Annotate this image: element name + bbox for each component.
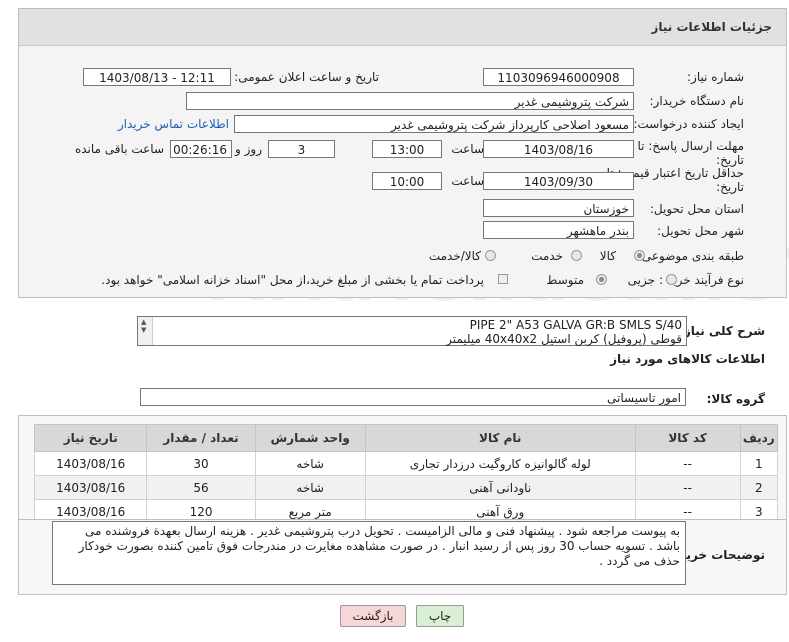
buyer-org-field[interactable]: شرکت پتروشیمی غدیر xyxy=(186,92,634,110)
cell-date: 1403/08/16 xyxy=(33,451,148,476)
panel-header: جزئیات اطلاعات نیاز xyxy=(19,9,786,46)
category-option-goods-service: کالا/خدمت xyxy=(428,249,481,263)
announce-date-field[interactable]: 1403/08/13 - 12:11 xyxy=(83,68,231,86)
scroll-down-icon[interactable]: ▼ xyxy=(141,326,146,334)
cell-code: -- xyxy=(634,475,741,500)
table-row[interactable]: 1 -- لوله گالوانیزه کاروگیت درزدار تجاری… xyxy=(33,451,779,476)
cell-unit: شاخه xyxy=(254,451,366,476)
treasury-payment-note: پرداخت تمام یا بخشی از مبلغ خرید،از محل … xyxy=(101,273,484,287)
cell-date: 1403/08/16 xyxy=(33,475,148,500)
goods-table: ردیف کد کالا نام کالا واحد شمارش تعداد /… xyxy=(33,424,779,524)
process-radio-medium[interactable] xyxy=(596,274,607,285)
remaining-time-field[interactable]: 00:26:16 xyxy=(170,140,232,158)
print-button[interactable]: چاپ xyxy=(416,605,464,627)
cell-unit: شاخه xyxy=(254,475,366,500)
days-label: روز و xyxy=(235,142,262,156)
deadline-label-date: تاریخ: xyxy=(716,153,744,167)
remaining-label: ساعت باقی مانده xyxy=(74,142,164,156)
validity-label-date: تاریخ: xyxy=(716,180,744,194)
announce-date-label: تاریخ و ساعت اعلان عمومی: xyxy=(234,70,379,84)
validity-date-field[interactable]: 1403/09/30 xyxy=(483,172,634,190)
buyer-contact-link[interactable]: اطلاعات تماس خریدار xyxy=(118,117,229,131)
category-option-service: خدمت xyxy=(531,249,563,263)
cell-name: ناودانی آهنی xyxy=(364,475,636,500)
col-row-header: ردیف xyxy=(739,424,779,452)
goods-group-label: گروه کالا: xyxy=(706,392,765,406)
category-label: طبقه بندی موضوعی: xyxy=(637,249,744,263)
need-number-label: شماره نیاز: xyxy=(687,70,744,84)
city-label: شهر محل تحویل: xyxy=(657,224,744,238)
back-button[interactable]: بازگشت xyxy=(340,605,406,627)
summary-textarea[interactable]: ▲ ▼ PIPE 2" A53 GALVA GR:B SMLS S/40 قوط… xyxy=(137,316,687,346)
deadline-date-field[interactable]: 1403/08/16 xyxy=(483,140,634,158)
summary-label: شرح کلی نیاز: xyxy=(679,324,765,338)
creator-label: ایجاد کننده درخواست: xyxy=(633,117,744,131)
need-number-field[interactable]: 1103096946000908 xyxy=(483,68,634,86)
category-radio-goods[interactable] xyxy=(634,250,645,261)
category-radio-goods-service[interactable] xyxy=(485,250,496,261)
category-radio-service[interactable] xyxy=(571,250,582,261)
buyer-org-label: نام دستگاه خریدار: xyxy=(649,94,745,108)
validity-time-field[interactable]: 10:00 xyxy=(372,172,442,190)
category-option-goods: کالا xyxy=(599,249,616,263)
col-unit-header: واحد شمارش xyxy=(254,424,366,452)
summary-scrollbar[interactable]: ▲ ▼ xyxy=(138,317,153,345)
days-field[interactable]: 3 xyxy=(268,140,335,158)
notes-textarea[interactable]: به پیوست مراجعه شود . پیشنهاد فنی و مالی… xyxy=(52,521,686,585)
panel-title: جزئیات اطلاعات نیاز xyxy=(651,20,772,34)
col-qty-header: تعداد / مقدار xyxy=(146,424,256,452)
cell-name: لوله گالوانیزه کاروگیت درزدار تجاری xyxy=(364,451,636,476)
process-radio-minor[interactable] xyxy=(666,274,677,285)
table-row[interactable]: 2 -- ناودانی آهنی شاخه 56 1403/08/16 xyxy=(33,475,779,500)
treasury-payment-checkbox[interactable] xyxy=(498,274,508,284)
deadline-label: مهلت ارسال پاسخ: تا xyxy=(637,139,744,153)
summary-line-2: قوطی (پروفیل) کربن استیل 40x40x2 میلیمتر xyxy=(446,332,682,346)
summary-line-1: PIPE 2" A53 GALVA GR:B SMLS S/40 xyxy=(469,318,682,332)
process-option-medium: متوسط xyxy=(546,273,584,287)
goods-section-title: اطلاعات کالاهای مورد نیاز xyxy=(610,352,765,366)
goods-group-field[interactable]: امور تاسیساتی xyxy=(140,388,686,406)
deadline-time-label: ساعت xyxy=(451,142,484,156)
cell-row: 1 xyxy=(739,451,779,476)
col-code-header: کد کالا xyxy=(634,424,741,452)
process-option-minor: جزیی xyxy=(627,273,655,287)
cell-qty: 30 xyxy=(146,451,256,476)
col-name-header: نام کالا xyxy=(364,424,636,452)
cell-code: -- xyxy=(634,451,741,476)
city-field[interactable]: بندر ماهشهر xyxy=(483,221,634,239)
cell-row: 2 xyxy=(739,475,779,500)
validity-time-label: ساعت xyxy=(451,174,484,188)
creator-field[interactable]: مسعود اصلاحی کارپرداز شرکت پتروشیمی غدیر xyxy=(234,115,634,133)
cell-qty: 56 xyxy=(146,475,256,500)
province-label: استان محل تحویل: xyxy=(649,202,744,216)
province-field[interactable]: خوزستان xyxy=(483,199,634,217)
scroll-up-icon[interactable]: ▲ xyxy=(141,318,146,326)
deadline-time-field[interactable]: 13:00 xyxy=(372,140,442,158)
col-date-header: تاریخ نیاز xyxy=(33,424,148,452)
